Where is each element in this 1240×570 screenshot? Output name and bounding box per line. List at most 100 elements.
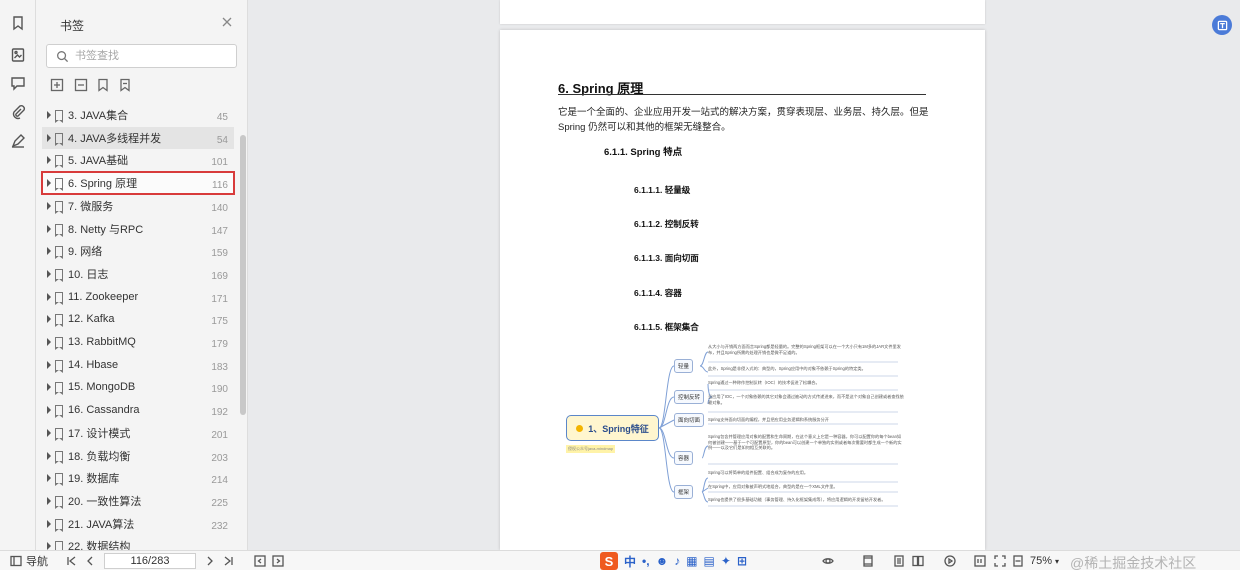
prev-page-icon[interactable]: [84, 554, 96, 568]
nav-toggle[interactable]: 导航: [10, 554, 48, 568]
expand-arrow-icon[interactable]: [47, 338, 51, 346]
bookmark-item[interactable]: 8. Netty 与RPC 147: [42, 218, 234, 240]
expand-arrow-icon[interactable]: [47, 406, 51, 415]
attachment-icon[interactable]: [6, 101, 30, 123]
bookmark-icon: [55, 450, 63, 464]
actual-size-icon[interactable]: [974, 554, 986, 568]
expand-all-icon[interactable]: [50, 78, 66, 94]
mindmap-leaf: Spring可以将简单的组件配置、组合成为复杂的应用。: [708, 470, 809, 475]
expand-arrow-icon[interactable]: [47, 428, 51, 437]
expand-arrow-icon[interactable]: [47, 201, 51, 210]
expand-arrow-icon[interactable]: [47, 156, 51, 165]
bookmark-item[interactable]: 12. Kafka 175: [42, 308, 234, 330]
bookmark-icon: [55, 518, 63, 532]
forward-icon[interactable]: [272, 554, 284, 568]
bookmark-icon: [55, 291, 63, 305]
expand-arrow-icon[interactable]: [47, 451, 51, 460]
bookmark-page-number: 190: [211, 384, 228, 396]
delete-bookmark-icon[interactable]: [118, 78, 134, 94]
fit-width-icon[interactable]: [1012, 554, 1024, 568]
bookmark-item[interactable]: 6. Spring 原理 116: [41, 171, 235, 196]
expand-arrow-icon[interactable]: [47, 315, 51, 324]
comment-icon[interactable]: [6, 72, 30, 94]
mic-icon[interactable]: ♪: [674, 554, 680, 568]
back-icon[interactable]: [254, 554, 266, 568]
sogou-s-icon[interactable]: S: [600, 552, 618, 570]
bookmark-item[interactable]: 14. Hbase 183: [42, 354, 234, 376]
bookmark-item[interactable]: 11. Zookeeper 171: [42, 286, 234, 308]
document-viewport[interactable]: 6. Spring 原理 它是一个全面的、企业应用开发一站式的解决方案，贯穿表现…: [248, 0, 1240, 550]
next-page-icon[interactable]: [204, 554, 216, 568]
bookmark-item[interactable]: 10. 日志 169: [42, 263, 234, 285]
translate-icon[interactable]: [1212, 15, 1232, 35]
bookmark-item[interactable]: 13. RabbitMQ 179: [42, 331, 234, 353]
thumbnail-icon[interactable]: [6, 44, 30, 66]
expand-arrow-icon[interactable]: [47, 474, 51, 483]
ime-lang[interactable]: 中: [624, 553, 636, 570]
mindmap-leaf: 当应用了IOC，一个对象依赖的其它对象会通过被动的方式传递进来，而不是这个对象自…: [708, 394, 904, 405]
expand-arrow-icon[interactable]: [47, 269, 51, 278]
first-page-icon[interactable]: [66, 554, 78, 568]
expand-arrow-icon[interactable]: [47, 519, 51, 528]
expand-arrow-icon[interactable]: [47, 247, 51, 256]
skin-icon[interactable]: ✦: [721, 554, 731, 568]
search-icon: [57, 51, 69, 63]
expand-arrow-icon[interactable]: [47, 496, 51, 505]
bookmark-page-number: 183: [211, 361, 228, 373]
last-page-icon[interactable]: [222, 554, 234, 568]
bookmark-icon[interactable]: [6, 12, 30, 34]
expand-arrow-icon[interactable]: [47, 383, 51, 392]
expand-arrow-icon[interactable]: [47, 111, 51, 119]
expand-arrow-icon[interactable]: [47, 133, 51, 142]
bookmark-item[interactable]: 17. 设计模式 201: [42, 422, 234, 444]
collapse-all-icon[interactable]: [74, 78, 90, 94]
bookmark-item[interactable]: 21. JAVA算法 232: [42, 513, 234, 535]
single-page-icon[interactable]: [862, 554, 874, 568]
bookmark-scrollbar[interactable]: [240, 135, 246, 415]
subsection-heading: 6.1.1.1. 轻量级: [634, 185, 691, 195]
view-mode-icon[interactable]: [822, 554, 834, 568]
bookmark-search[interactable]: [46, 44, 237, 68]
bookmark-item[interactable]: 3. JAVA集合 45: [42, 104, 234, 126]
bookmark-item[interactable]: 19. 数据库 214: [42, 467, 234, 489]
bookmark-search-input[interactable]: [75, 47, 230, 65]
play-icon[interactable]: [944, 554, 956, 568]
bookmark-item[interactable]: 9. 网络 159: [42, 240, 234, 262]
bookmark-item[interactable]: 4. JAVA多线程并发 54: [42, 126, 234, 149]
bookmark-item[interactable]: 20. 一致性算法 225: [42, 490, 234, 512]
bookmark-icon: [55, 405, 63, 419]
expand-arrow-icon[interactable]: [47, 224, 51, 233]
ime-toolbar[interactable]: S 中 •, ☻ ♪ ▦ ▤ ✦ ⊞: [600, 552, 747, 570]
expand-arrow-icon[interactable]: [47, 292, 51, 301]
chapter-paragraph: 它是一个全面的、企业应用开发一站式的解决方案，贯穿表现层、业务层、持久层。但是 …: [558, 107, 929, 133]
fit-page-icon[interactable]: [994, 554, 1006, 568]
mindmap-root-label: 1、Spring特征: [588, 423, 649, 434]
bookmark-page-number: 147: [211, 225, 228, 237]
grid-icon[interactable]: ⊞: [737, 554, 747, 568]
mindmap-leaf: 此外，Spring是非侵入式的：典型的，Spring应用中的对象不依赖于Spri…: [708, 366, 866, 371]
bookmark-page-number: 45: [216, 112, 228, 123]
close-icon[interactable]: [220, 15, 234, 29]
keyboard-icon[interactable]: ▦: [686, 554, 697, 568]
toolbox-icon[interactable]: ▤: [704, 554, 715, 568]
add-bookmark-icon[interactable]: [96, 78, 112, 94]
expand-arrow-icon[interactable]: [47, 360, 51, 369]
continuous-page-icon[interactable]: [893, 554, 905, 568]
bookmark-label: 18. 负载均衡: [68, 450, 131, 463]
page-number-input[interactable]: [104, 553, 196, 569]
mindmap-node: 控制反转: [674, 390, 705, 404]
bookmark-page-number: 203: [211, 452, 228, 464]
bookmark-item[interactable]: 7. 微服务 140: [42, 195, 234, 217]
subsection-heading: 6.1.1.5. 框架集合: [634, 322, 699, 332]
bookmark-label: 16. Cassandra: [68, 404, 140, 417]
punctuation-icon[interactable]: •,: [642, 554, 650, 568]
bookmark-item[interactable]: 18. 负载均衡 203: [42, 445, 234, 467]
emoji-icon[interactable]: ☻: [656, 554, 669, 568]
signature-icon[interactable]: [6, 130, 30, 152]
two-page-icon[interactable]: [912, 554, 924, 568]
bookmark-item[interactable]: 15. MongoDB 190: [42, 376, 234, 398]
zoom-select[interactable]: 75% ▾: [1030, 554, 1059, 568]
bookmark-item[interactable]: 16. Cassandra 192: [42, 399, 234, 421]
expand-arrow-icon[interactable]: [47, 179, 51, 188]
bookmark-item[interactable]: 5. JAVA基础 101: [42, 149, 234, 171]
